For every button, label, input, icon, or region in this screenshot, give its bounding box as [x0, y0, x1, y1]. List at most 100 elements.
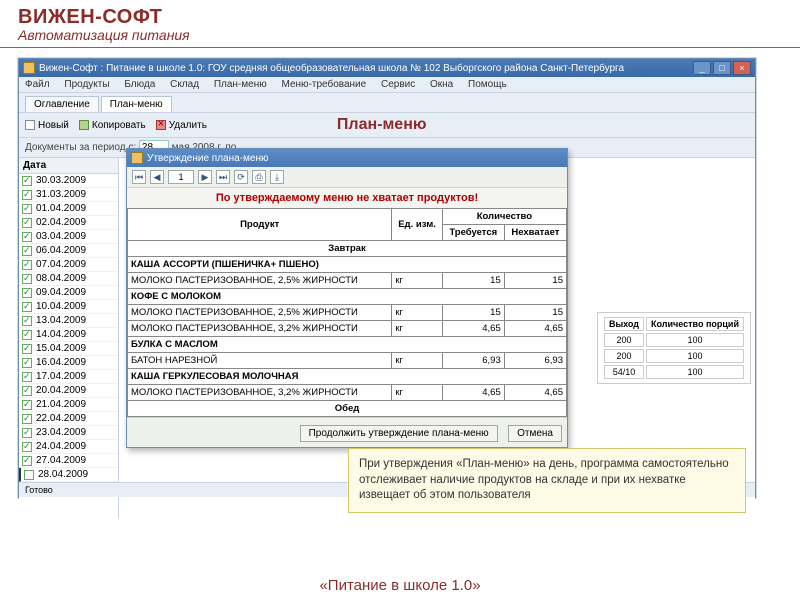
date-row[interactable]: 16.04.2009	[19, 356, 118, 370]
checkbox-icon[interactable]	[22, 358, 32, 368]
date-row[interactable]: 28.04.2009	[19, 468, 118, 482]
checkbox-icon[interactable]	[22, 288, 32, 298]
dates-header: Дата	[19, 158, 118, 174]
continue-button[interactable]: Продолжить утверждение плана-меню	[300, 425, 498, 442]
date-row[interactable]: 09.04.2009	[19, 286, 118, 300]
menu-file[interactable]: Файл	[25, 79, 50, 90]
table-row[interactable]: КАША ГЕРКУЛЕСОВАЯ МОЛОЧНАЯ	[128, 369, 567, 385]
date-row[interactable]: 27.04.2009	[19, 454, 118, 468]
checkbox-icon[interactable]	[22, 456, 32, 466]
checkbox-icon[interactable]	[22, 302, 32, 312]
date-row[interactable]: 08.04.2009	[19, 272, 118, 286]
menu-help[interactable]: Помощь	[468, 79, 507, 90]
date-row[interactable]: 23.04.2009	[19, 426, 118, 440]
checkbox-icon[interactable]	[22, 428, 32, 438]
checkbox-icon[interactable]	[22, 386, 32, 396]
menu-requirement[interactable]: Меню-требование	[282, 79, 367, 90]
date-row[interactable]: 30.03.2009	[19, 174, 118, 188]
minimize-button[interactable]: _	[693, 61, 711, 75]
checkbox-icon[interactable]	[22, 372, 32, 382]
table-row[interactable]: КАША АССОРТИ (ПШЕНИЧКА+ ПШЕНО)	[128, 257, 567, 273]
date-label: 30.03.2009	[36, 175, 86, 186]
copy-button[interactable]: Копировать	[79, 120, 146, 131]
checkbox-icon[interactable]	[22, 330, 32, 340]
prev-page-icon[interactable]: ◀	[150, 170, 164, 184]
table-row[interactable]: 200100	[604, 333, 744, 347]
cell-req: 6,93	[442, 353, 504, 369]
date-row[interactable]: 02.04.2009	[19, 216, 118, 230]
checkbox-icon[interactable]	[22, 274, 32, 284]
table-row[interactable]: МОЛОКО ПАСТЕРИЗОВАННОЕ, 2,5% ЖИРНОСТИкг1…	[128, 305, 567, 321]
checkbox-icon[interactable]	[22, 176, 32, 186]
subtitle: Автоматизация питания	[18, 27, 782, 47]
date-row[interactable]: 22.04.2009	[19, 412, 118, 426]
date-row[interactable]: 06.04.2009	[19, 244, 118, 258]
close-button[interactable]: ×	[733, 61, 751, 75]
date-label: 01.04.2009	[36, 203, 86, 214]
date-row[interactable]: 15.04.2009	[19, 342, 118, 356]
date-label: 22.04.2009	[36, 413, 86, 424]
checkbox-icon[interactable]	[22, 414, 32, 424]
menu-service[interactable]: Сервис	[381, 79, 415, 90]
date-row[interactable]: 20.04.2009	[19, 384, 118, 398]
table-row[interactable]: БАТОН НАРЕЗНОЙкг6,936,93	[128, 353, 567, 369]
checkbox-icon[interactable]	[22, 442, 32, 452]
cancel-button[interactable]: Отмена	[508, 425, 562, 442]
footer: «Питание в школе 1.0»	[0, 577, 800, 594]
cell-unit: кг	[392, 321, 442, 337]
date-row[interactable]: 10.04.2009	[19, 300, 118, 314]
checkbox-icon[interactable]	[24, 470, 34, 480]
app-title: Вижен-Софт : Питание в школе 1.0: ГОУ ср…	[39, 63, 624, 74]
toolbar: Новый Копировать Удалить План-меню	[19, 113, 755, 138]
date-row[interactable]: 24.04.2009	[19, 440, 118, 454]
menu-dishes[interactable]: Блюда	[124, 79, 155, 90]
print-icon[interactable]: ⎙	[252, 170, 266, 184]
date-row[interactable]: 13.04.2009	[19, 314, 118, 328]
menu-windows[interactable]: Окна	[430, 79, 453, 90]
menu-stock[interactable]: Склад	[170, 79, 199, 90]
new-button[interactable]: Новый	[25, 120, 69, 131]
delete-icon	[156, 120, 166, 130]
maximize-button[interactable]: □	[713, 61, 731, 75]
checkbox-icon[interactable]	[22, 316, 32, 326]
checkbox-icon[interactable]	[22, 204, 32, 214]
checkbox-icon[interactable]	[22, 218, 32, 228]
table-row[interactable]: 54/10100	[604, 365, 744, 379]
date-row[interactable]: 07.04.2009	[19, 258, 118, 272]
table-row[interactable]: КОФЕ С МОЛОКОМ	[128, 289, 567, 305]
delete-button[interactable]: Удалить	[156, 120, 207, 131]
cell-product: МОЛОКО ПАСТЕРИЗОВАННОЕ, 3,2% ЖИРНОСТИ	[128, 385, 392, 401]
date-row[interactable]: 31.03.2009	[19, 188, 118, 202]
callout-note: При утверждения «План-меню» на день, про…	[348, 448, 746, 513]
checkbox-icon[interactable]	[22, 260, 32, 270]
checkbox-icon[interactable]	[22, 344, 32, 354]
cell-req: 4,65	[442, 321, 504, 337]
date-row[interactable]: 17.04.2009	[19, 370, 118, 384]
refresh-icon[interactable]: ⟳	[234, 170, 248, 184]
date-label: 02.04.2009	[36, 217, 86, 228]
page-number[interactable]	[168, 170, 194, 184]
checkbox-icon[interactable]	[22, 246, 32, 256]
table-row[interactable]: МОЛОКО ПАСТЕРИЗОВАННОЕ, 2,5% ЖИРНОСТИкг1…	[128, 273, 567, 289]
menu-plan[interactable]: План-меню	[214, 79, 267, 90]
table-row[interactable]: МОЛОКО ПАСТЕРИЗОВАННОЕ, 3,2% ЖИРНОСТИкг4…	[128, 385, 567, 401]
table-row[interactable]: 200100	[604, 349, 744, 363]
first-page-icon[interactable]: ⏮	[132, 170, 146, 184]
date-row[interactable]: 01.04.2009	[19, 202, 118, 216]
date-row[interactable]: 03.04.2009	[19, 230, 118, 244]
checkbox-icon[interactable]	[22, 400, 32, 410]
table-row[interactable]: БУЛКА С МАСЛОМ	[128, 337, 567, 353]
next-page-icon[interactable]: ▶	[198, 170, 212, 184]
date-row[interactable]: 14.04.2009	[19, 328, 118, 342]
checkbox-icon[interactable]	[22, 190, 32, 200]
table-row[interactable]: МОЛОКО ПАСТЕРИЗОВАННОЕ, 3,2% ЖИРНОСТИкг4…	[128, 321, 567, 337]
date-row[interactable]: 21.04.2009	[19, 398, 118, 412]
copy-icon	[79, 120, 89, 130]
tab-plan-menu[interactable]: План-меню	[101, 96, 172, 112]
export-icon[interactable]: ⤓	[270, 170, 284, 184]
tab-contents[interactable]: Оглавление	[25, 96, 99, 112]
date-label: 17.04.2009	[36, 371, 86, 382]
menu-products[interactable]: Продукты	[64, 79, 109, 90]
last-page-icon[interactable]: ⏭	[216, 170, 230, 184]
checkbox-icon[interactable]	[22, 232, 32, 242]
